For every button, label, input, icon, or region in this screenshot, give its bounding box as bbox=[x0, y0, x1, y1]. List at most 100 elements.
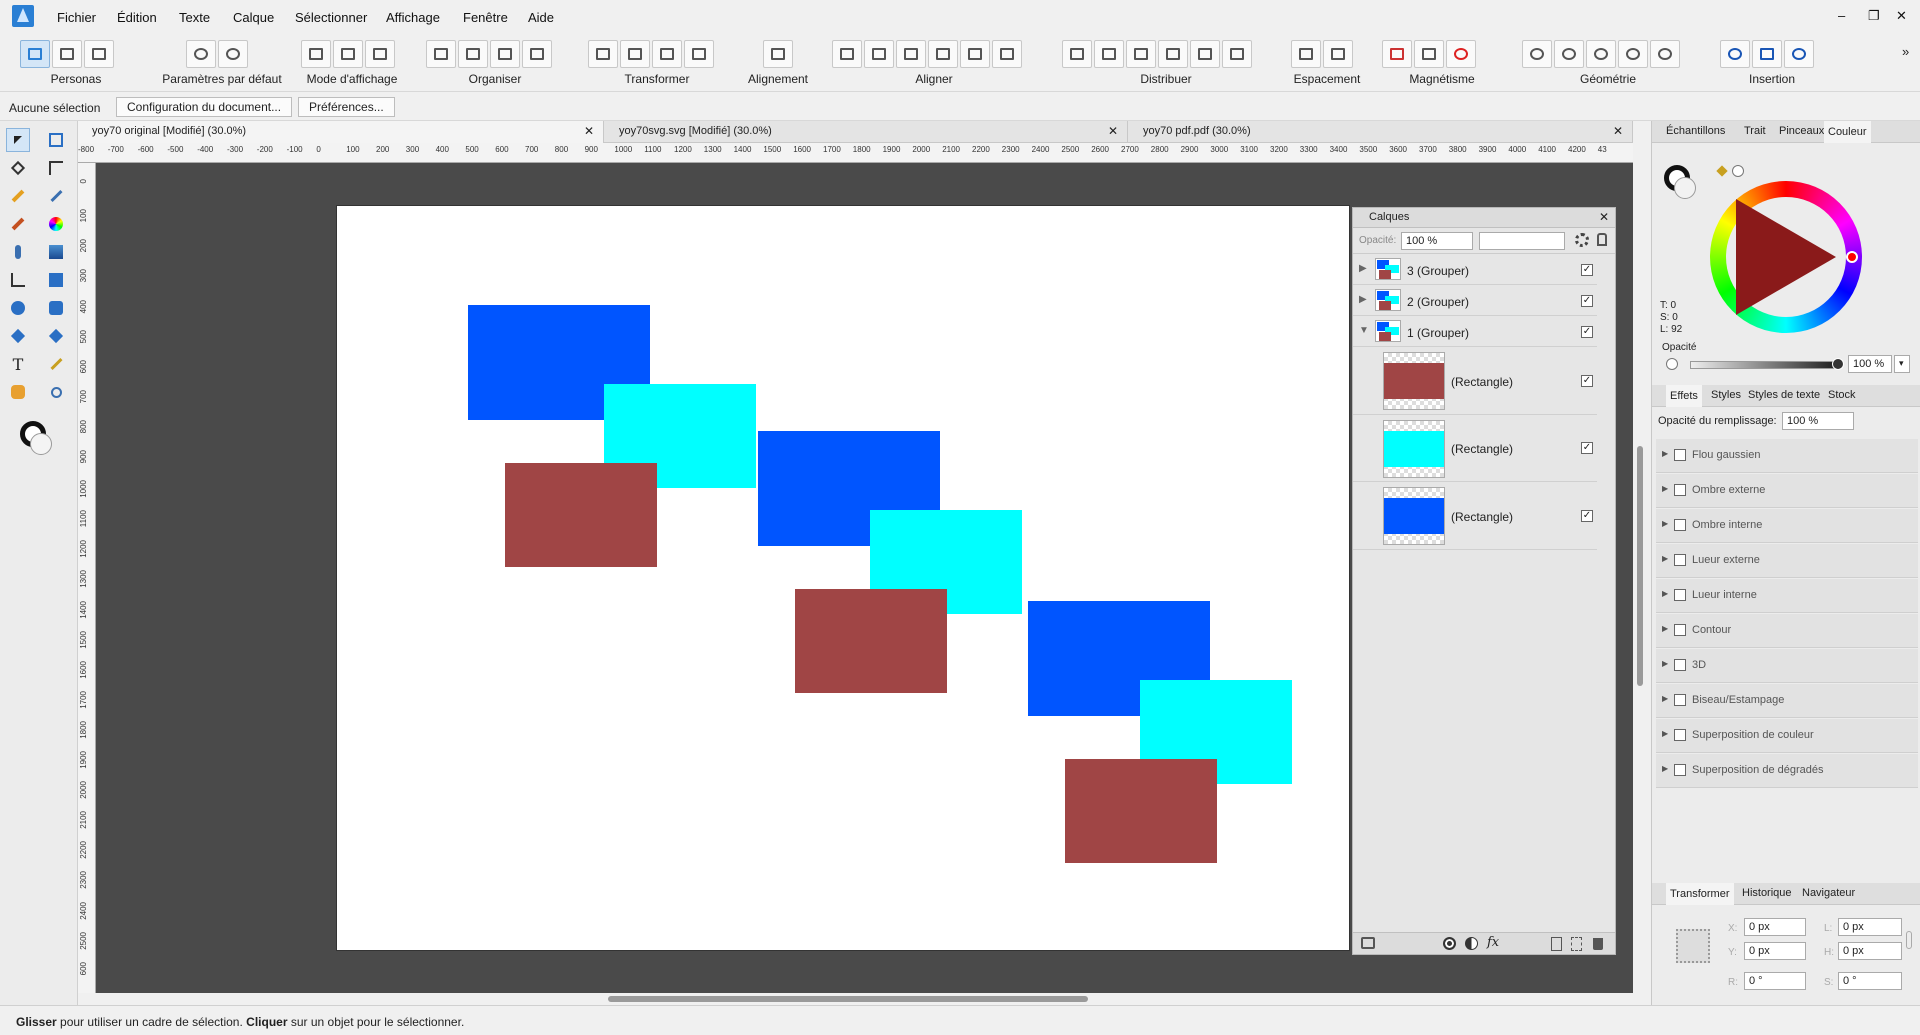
rect-brown-1[interactable] bbox=[505, 463, 657, 567]
rounded-rectangle-tool-icon[interactable] bbox=[44, 296, 68, 320]
expand-arrow-icon[interactable]: ▶ bbox=[1359, 263, 1367, 274]
rotate-left-icon[interactable] bbox=[652, 40, 682, 68]
layer-row-group-3[interactable]: ▶ 3 (Grouper) ✓ bbox=[1353, 255, 1597, 285]
tab-history[interactable]: Historique bbox=[1742, 887, 1792, 899]
tab-stroke[interactable]: Trait bbox=[1744, 125, 1766, 137]
height-field[interactable]: 0 px bbox=[1838, 942, 1902, 960]
designer-persona-icon[interactable] bbox=[20, 40, 50, 68]
effect-checkbox[interactable] bbox=[1674, 659, 1686, 671]
snapping-grid-icon[interactable] bbox=[1382, 40, 1412, 68]
align-left-icon[interactable] bbox=[832, 40, 862, 68]
defaults-sync-icon[interactable] bbox=[186, 40, 216, 68]
transparency-tool-icon[interactable] bbox=[6, 240, 30, 264]
fill-swatch-icon[interactable] bbox=[1674, 177, 1696, 199]
insert-top-icon[interactable] bbox=[1752, 40, 1782, 68]
color-triangle[interactable] bbox=[1736, 199, 1836, 315]
align-center-icon[interactable] bbox=[864, 40, 894, 68]
hand-tool-icon[interactable] bbox=[6, 380, 30, 404]
insert-behind-icon[interactable] bbox=[1720, 40, 1750, 68]
layer-visibility-checkbox[interactable]: ✓ bbox=[1581, 264, 1593, 276]
geometry-divide-icon[interactable] bbox=[1650, 40, 1680, 68]
toolbar-overflow-icon[interactable]: » bbox=[1902, 44, 1909, 59]
corner-tool-icon[interactable] bbox=[44, 156, 68, 180]
tab-transform[interactable]: Transformer bbox=[1666, 883, 1734, 905]
menu-fenetre[interactable]: Fenêtre bbox=[463, 10, 508, 25]
opacity-dropdown-icon[interactable]: ▾ bbox=[1894, 355, 1910, 373]
mask-icon[interactable] bbox=[1443, 937, 1456, 950]
move-to-front-icon[interactable] bbox=[522, 40, 552, 68]
star-tool-icon[interactable] bbox=[44, 324, 68, 348]
expand-arrow-icon[interactable]: ▶ bbox=[1359, 294, 1367, 305]
rotation-field[interactable]: 0 ° bbox=[1744, 972, 1806, 990]
delete-layer-icon[interactable] bbox=[1593, 938, 1603, 950]
view-mode-outline-icon[interactable] bbox=[333, 40, 363, 68]
defaults-revert-icon[interactable] bbox=[218, 40, 248, 68]
pixel-persona-icon[interactable] bbox=[52, 40, 82, 68]
pencil-tool-icon[interactable] bbox=[44, 184, 68, 208]
effect-row-bevel-emboss[interactable]: ▶ Biseau/Estampage bbox=[1656, 684, 1918, 718]
tab-navigator[interactable]: Navigateur bbox=[1802, 887, 1855, 899]
menu-texte[interactable]: Texte bbox=[179, 10, 210, 25]
geometry-add-icon[interactable] bbox=[1522, 40, 1552, 68]
alignment-icon[interactable] bbox=[763, 40, 793, 68]
layer-row-rectangle-brown[interactable]: (Rectangle) ✓ bbox=[1353, 348, 1597, 415]
layer-visibility-checkbox[interactable]: ✓ bbox=[1581, 510, 1593, 522]
distribute-h-icon[interactable] bbox=[1062, 40, 1092, 68]
adjustment-icon[interactable] bbox=[1465, 937, 1478, 950]
eyedropper-icon[interactable] bbox=[1716, 165, 1728, 177]
distribute-v-icon[interactable] bbox=[1158, 40, 1188, 68]
align-bottom-icon[interactable] bbox=[992, 40, 1022, 68]
effect-checkbox[interactable] bbox=[1674, 449, 1686, 461]
close-tab-icon[interactable]: ✕ bbox=[584, 124, 594, 138]
layer-opacity-field[interactable]: 100 % bbox=[1401, 232, 1473, 250]
geometry-intersect-icon[interactable] bbox=[1586, 40, 1616, 68]
snapping-options-icon[interactable] bbox=[1414, 40, 1444, 68]
color-picker-tool-icon[interactable] bbox=[44, 352, 68, 376]
flip-horizontal-icon[interactable] bbox=[588, 40, 618, 68]
move-tool-icon[interactable] bbox=[6, 128, 30, 152]
distribute-h2-icon[interactable] bbox=[1094, 40, 1124, 68]
tab-color[interactable]: Couleur bbox=[1824, 121, 1871, 143]
flip-vertical-icon[interactable] bbox=[620, 40, 650, 68]
close-window-button[interactable]: ✕ bbox=[1896, 8, 1907, 24]
geometry-xor-icon[interactable] bbox=[1618, 40, 1648, 68]
menu-edition[interactable]: Édition bbox=[117, 10, 157, 25]
effect-row-outline[interactable]: ▶ Contour bbox=[1656, 614, 1918, 648]
horizontal-ruler[interactable]: -800 -700 -600 -500 -400 -300 -200 -100 0 100 200 3… bbox=[78, 143, 1633, 163]
effect-checkbox[interactable] bbox=[1674, 589, 1686, 601]
menu-selectionner[interactable]: Sélectionner bbox=[295, 10, 367, 25]
hue-handle[interactable] bbox=[1846, 251, 1858, 263]
effect-checkbox[interactable] bbox=[1674, 554, 1686, 566]
move-forward-icon[interactable] bbox=[490, 40, 520, 68]
effect-row-gaussian-blur[interactable]: ▶ Flou gaussien bbox=[1656, 439, 1918, 473]
horizontal-scroll-thumb[interactable] bbox=[608, 996, 1088, 1002]
fill-swatch-icon[interactable] bbox=[30, 433, 52, 455]
rotate-right-icon[interactable] bbox=[684, 40, 714, 68]
effect-row-outer-shadow[interactable]: ▶ Ombre externe bbox=[1656, 474, 1918, 508]
fill-opacity-field[interactable]: 100 % bbox=[1782, 412, 1854, 430]
layer-visibility-checkbox[interactable]: ✓ bbox=[1581, 375, 1593, 387]
tab-yoy70svg[interactable]: yoy70svg.svg [Modifié] (30.0%) ✕ bbox=[605, 121, 1128, 143]
align-right-icon[interactable] bbox=[896, 40, 926, 68]
tab-stock[interactable]: Stock bbox=[1828, 389, 1856, 401]
move-to-back-icon[interactable] bbox=[426, 40, 456, 68]
layer-row-rectangle-blue[interactable]: (Rectangle) ✓ bbox=[1353, 483, 1597, 550]
effect-checkbox[interactable] bbox=[1674, 764, 1686, 776]
shear-field[interactable]: 0 ° bbox=[1838, 972, 1902, 990]
align-middle-icon[interactable] bbox=[960, 40, 990, 68]
blend-mode-select[interactable] bbox=[1479, 232, 1565, 250]
tab-styles[interactable]: Styles bbox=[1711, 389, 1741, 401]
shapes-tool-icon[interactable] bbox=[6, 324, 30, 348]
menu-aide[interactable]: Aide bbox=[528, 10, 554, 25]
view-mode-icon[interactable] bbox=[301, 40, 331, 68]
minimize-button[interactable]: – bbox=[1838, 8, 1845, 23]
layers-stack-icon[interactable] bbox=[1361, 937, 1375, 949]
vertical-scroll-thumb[interactable] bbox=[1637, 446, 1643, 686]
effect-checkbox[interactable] bbox=[1674, 624, 1686, 636]
new-pixel-layer-icon[interactable] bbox=[1571, 937, 1582, 951]
opacity-slider-handle[interactable] bbox=[1832, 358, 1844, 370]
layer-row-rectangle-cyan[interactable]: (Rectangle) ✓ bbox=[1353, 416, 1597, 482]
ellipse-tool-icon[interactable] bbox=[6, 296, 30, 320]
distribute-v3-icon[interactable] bbox=[1222, 40, 1252, 68]
link-proportions-icon[interactable] bbox=[1906, 931, 1912, 949]
